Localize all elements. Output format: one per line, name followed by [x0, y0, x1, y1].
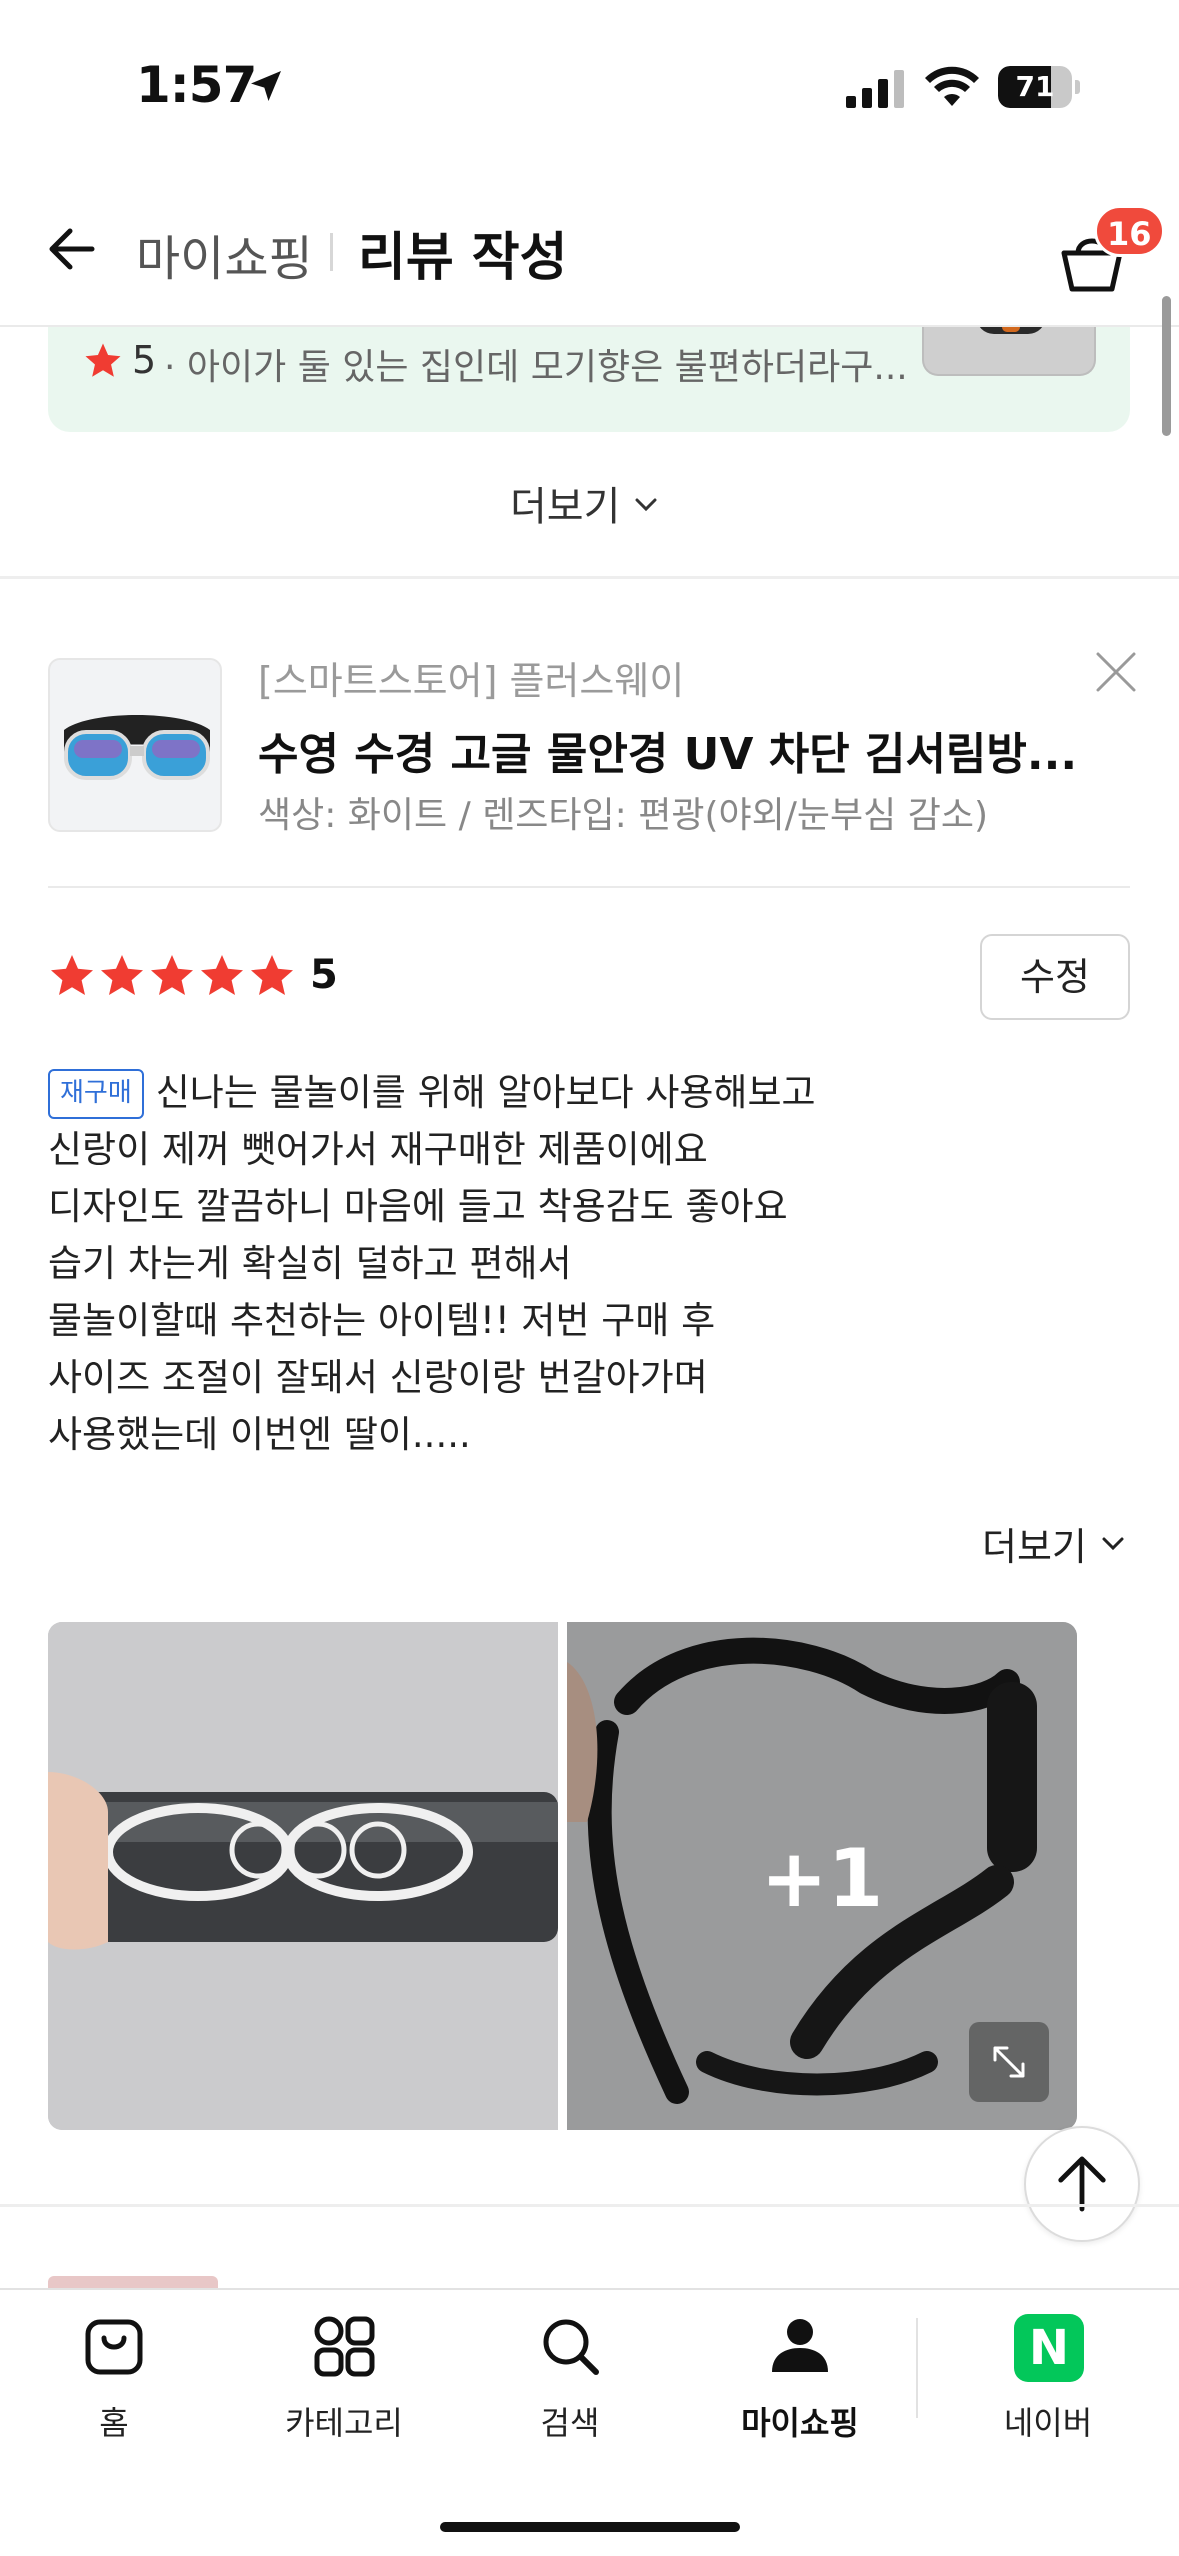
extra-photo-count[interactable]: +1 — [567, 1832, 1077, 1925]
battery-indicator: 71 — [998, 66, 1080, 108]
more-reviews-link[interactable]: 더보기 — [510, 474, 620, 532]
review-line: 신나는 물놀이를 위해 알아보다 사용해보고 — [155, 1071, 816, 1114]
tab-search[interactable]: 검색 — [470, 2314, 670, 2454]
scroll-to-top-button[interactable] — [1024, 2126, 1140, 2242]
page-title: 리뷰 작성 — [358, 228, 568, 288]
section-divider — [0, 2204, 1179, 2207]
store-name[interactable]: [스마트스토어] 플러스웨이 — [258, 650, 684, 705]
previous-review-score: 5 — [132, 338, 157, 382]
tab-label: 네이버 — [1003, 2404, 1093, 2442]
next-item-peek — [48, 2276, 218, 2288]
tab-naver[interactable]: N 네이버 — [948, 2314, 1148, 2454]
wifi-icon — [925, 66, 979, 106]
tab-label: 홈 — [99, 2404, 129, 2442]
category-grid-icon — [314, 2316, 375, 2377]
star-icon — [101, 955, 143, 995]
review-line: 사용했는데 이번엔 딸이..... — [48, 1413, 471, 1456]
naver-logo: N — [1014, 2314, 1084, 2382]
review-more-link[interactable]: 더보기 — [982, 1516, 1087, 1571]
review-line: 물놀이할때 추천하는 아이템!! 저번 구매 후 — [48, 1299, 716, 1342]
expand-icon[interactable] — [969, 2022, 1049, 2102]
rating-score: 5 — [310, 952, 338, 998]
chevron-down-icon[interactable] — [632, 490, 660, 518]
tab-home[interactable]: 홈 — [14, 2314, 214, 2454]
repurchase-badge: 재구매 — [48, 1069, 144, 1119]
scrollbar[interactable] — [1162, 296, 1171, 436]
battery-percent: 71 — [1015, 70, 1055, 103]
star-icon — [201, 955, 243, 995]
review-line: 디자인도 깔끔하니 마음에 들고 착용감도 좋아요 — [48, 1185, 788, 1228]
star-icon — [51, 955, 93, 995]
review-photo[interactable]: +1 — [567, 1622, 1077, 2130]
tab-my-shopping[interactable]: 마이쇼핑 — [700, 2314, 900, 2454]
bottom-tab-bar: 홈 카테고리 검색 마이쇼핑 N 네이버 — [0, 2288, 1179, 2556]
header: 마이쇼핑 리뷰 작성 16 — [0, 175, 1179, 327]
edit-review-button[interactable]: 수정 — [980, 934, 1130, 1020]
chevron-down-icon[interactable] — [1100, 1530, 1126, 1556]
review-photo[interactable] — [48, 1622, 558, 2130]
shopping-bag-icon — [85, 2319, 143, 2375]
cellular-signal-icon — [846, 70, 904, 108]
goggles-package-photo — [48, 1622, 558, 2130]
product-option: 색상: 화이트 / 렌즈타입: 편광(야외/눈부심 감소) — [258, 795, 988, 836]
star-rating — [48, 952, 296, 1000]
status-bar: 1:57 71 — [0, 0, 1179, 175]
star-icon — [85, 343, 121, 377]
review-line: 습기 차는게 확실히 덜하고 편해서 — [48, 1242, 572, 1285]
previous-review-snippet: · 아이가 둘 있는 집인데 모기향은 불편하더라구... — [164, 347, 908, 388]
back-arrow-icon[interactable] — [44, 221, 100, 277]
goggles-image — [64, 715, 210, 780]
row-divider — [48, 886, 1130, 888]
tab-category[interactable]: 카테고리 — [244, 2314, 444, 2454]
section-divider — [0, 576, 1179, 579]
tab-label: 검색 — [540, 2404, 600, 2442]
product-thumbnail[interactable] — [48, 658, 222, 832]
tab-divider — [916, 2318, 918, 2418]
breadcrumb-divider — [330, 233, 333, 271]
tab-label: 카테고리 — [285, 2404, 403, 2442]
product-name[interactable]: 수영 수경 고글 물안경 UV 차단 김서림방... — [258, 718, 1077, 782]
status-time: 1:57 — [136, 56, 257, 114]
close-icon[interactable] — [1094, 650, 1138, 694]
review-text: 재구매 신나는 물놀이를 위해 알아보다 사용해보고 신랑이 제꺼 뺏어가서 재구… — [48, 1064, 1128, 1463]
location-arrow-icon — [251, 71, 281, 101]
person-icon — [772, 2319, 828, 2372]
breadcrumb-my-shopping[interactable]: 마이쇼핑 — [136, 219, 313, 289]
review-line: 신랑이 제꺼 뺏어가서 재구매한 제품이에요 — [48, 1128, 708, 1171]
home-indicator — [440, 2522, 740, 2532]
search-icon — [543, 2319, 599, 2375]
star-icon — [251, 955, 293, 995]
tab-label: 마이쇼핑 — [741, 2404, 859, 2442]
star-icon — [151, 955, 193, 995]
cart-count-badge: 16 — [1094, 205, 1165, 257]
review-line: 사이즈 조절이 잘돼서 신랑이랑 번갈아가며 — [48, 1356, 708, 1399]
